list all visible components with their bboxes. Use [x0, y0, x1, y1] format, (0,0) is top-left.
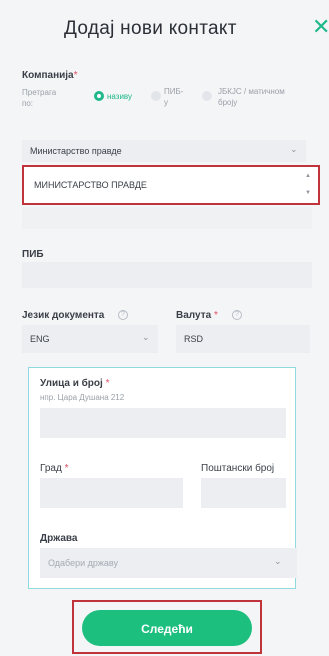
- help-icon[interactable]: ?: [232, 310, 242, 320]
- search-by-label: Претрага по:: [22, 87, 56, 109]
- document-language-label: Језик документа: [22, 310, 105, 321]
- radio-by-pib-label-line2: у: [164, 98, 168, 107]
- chevron-down-icon: ⌄: [142, 332, 150, 342]
- modal-header: Додај нови контакт ✕: [0, 0, 329, 62]
- modal-title: Додај нови контакт: [64, 18, 237, 39]
- document-language-value: ENG: [30, 334, 50, 344]
- radio-by-jbkjs[interactable]: [202, 91, 212, 101]
- country-placeholder: Одабери државу: [48, 558, 119, 568]
- chevron-down-icon: ⌄: [290, 144, 298, 154]
- radio-by-name[interactable]: [94, 91, 104, 101]
- search-by-label-line2: по:: [22, 99, 34, 108]
- currency-value: RSD: [184, 334, 204, 344]
- radio-by-pib-label-line1: ПИБ-: [164, 87, 184, 96]
- radio-by-jbkjs-label[interactable]: ЈБКЈС / матичном броју: [218, 86, 285, 108]
- city-label: Град *: [40, 463, 69, 474]
- postal-input[interactable]: [201, 478, 286, 508]
- postal-label: Поштански број: [201, 463, 275, 474]
- pib-label: ПИБ: [22, 249, 44, 260]
- document-language-select[interactable]: ENG ⌄: [22, 325, 158, 353]
- radio-by-jbkjs-label-line1: ЈБКЈС / матичном: [218, 87, 285, 96]
- close-icon[interactable]: ✕: [312, 16, 329, 38]
- company-label-text: Компанија: [22, 70, 74, 81]
- help-icon[interactable]: ?: [118, 310, 128, 320]
- currency-label: Валута *: [176, 310, 218, 321]
- country-label: Држава: [40, 533, 78, 544]
- spinner-down-icon[interactable]: ▼: [305, 190, 311, 196]
- street-hint: нпр. Цара Душана 212: [40, 393, 125, 402]
- currency-input[interactable]: RSD: [176, 325, 310, 353]
- radio-by-name-label[interactable]: називу: [107, 91, 132, 102]
- company-label: Компанија*: [22, 70, 78, 81]
- street-label-text: Улица и број: [40, 378, 103, 389]
- country-select[interactable]: Одабери државу ⌄: [40, 548, 297, 578]
- street-input[interactable]: [40, 408, 286, 438]
- city-input[interactable]: [40, 478, 183, 508]
- currency-label-text: Валута: [176, 310, 212, 321]
- street-label: Улица и број *: [40, 378, 110, 389]
- currency-required-mark: *: [213, 310, 218, 321]
- city-required-mark: *: [64, 463, 69, 474]
- radio-by-pib-label[interactable]: ПИБ- у: [164, 86, 183, 108]
- chevron-down-icon: ⌄: [274, 556, 282, 566]
- city-label-text: Град: [40, 463, 62, 474]
- company-result-spacer: [22, 207, 312, 229]
- company-result-value: МИНИСТАРСТВО ПРАВДЕ: [34, 180, 147, 190]
- search-by-label-line1: Претрага: [22, 88, 57, 97]
- street-required-mark: *: [105, 378, 110, 389]
- radio-by-pib[interactable]: [151, 91, 161, 101]
- company-required-mark: *: [73, 70, 78, 81]
- spinner-up-icon[interactable]: ▲: [305, 173, 311, 179]
- radio-by-jbkjs-label-line2: броју: [218, 98, 238, 107]
- address-section: Улица и број * нпр. Цара Душана 212 Град…: [28, 367, 297, 589]
- pib-input[interactable]: [22, 262, 312, 288]
- next-button[interactable]: Следећи: [82, 610, 252, 646]
- company-result-box[interactable]: МИНИСТАРСТВО ПРАВДЕ ▲ ▼: [22, 165, 320, 205]
- company-select-value: Министарство правде: [30, 146, 122, 156]
- company-select[interactable]: Министарство правде ⌄: [22, 140, 306, 162]
